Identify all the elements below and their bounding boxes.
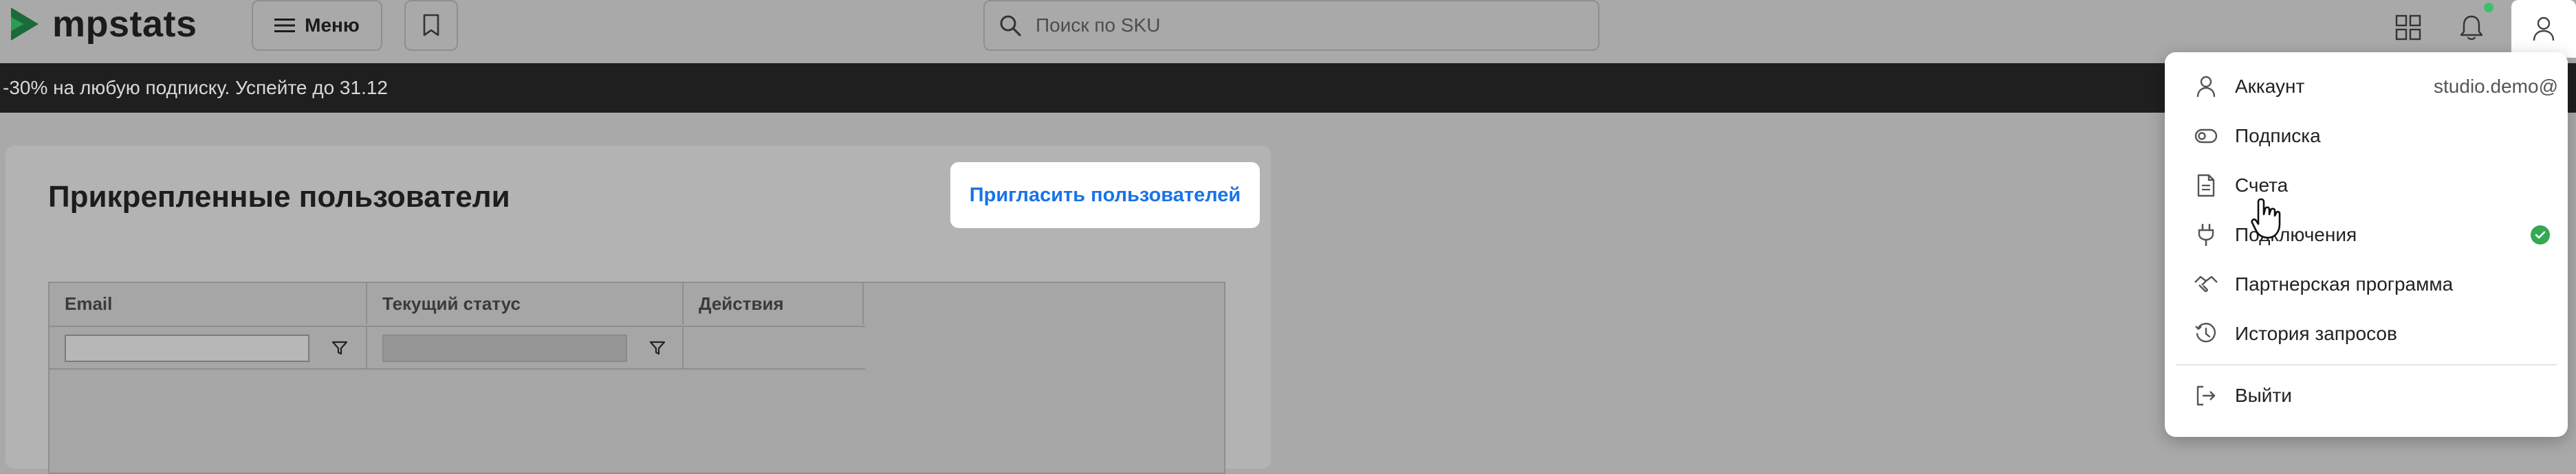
menu-divider (2176, 364, 2557, 365)
search-input[interactable] (1034, 14, 1571, 37)
menu-item-invoices[interactable]: Счета (2165, 161, 2568, 210)
column-header-actions[interactable]: Действия (684, 283, 864, 324)
filter-funnel-icon[interactable] (649, 341, 666, 356)
toggle-icon (2194, 124, 2218, 148)
sku-search[interactable] (983, 0, 1600, 51)
hand-cursor-icon (2251, 198, 2281, 239)
menu-item-request-history[interactable]: История запросов (2165, 309, 2568, 359)
user-icon (2533, 16, 2555, 41)
menu-item-label: Партнерская программа (2235, 273, 2454, 295)
user-icon (2194, 74, 2218, 99)
table-header: Email Текущий статус Действия (50, 283, 864, 324)
user-dropdown-menu: Аккаунт studio.demo@ Подписка Счета Подк… (2165, 52, 2568, 437)
filter-funnel-icon[interactable] (331, 341, 348, 356)
column-header-email[interactable]: Email (50, 283, 367, 324)
status-filter-cell (367, 327, 684, 370)
document-icon (2194, 173, 2218, 198)
menu-item-logout[interactable]: Выйти (2165, 371, 2568, 420)
menu-item-label: Подписка (2235, 125, 2321, 146)
menu-item-connections[interactable]: Подключения (2165, 210, 2568, 260)
menu-item-label: Выйти (2235, 385, 2292, 406)
history-icon (2194, 321, 2218, 346)
menu-button-label: Меню (305, 14, 360, 36)
apps-grid-icon (2395, 14, 2421, 41)
column-header-status[interactable]: Текущий статус (367, 283, 684, 324)
user-menu-button[interactable] (2511, 0, 2576, 58)
filter-row (50, 327, 865, 370)
bookmark-icon (423, 14, 439, 36)
email-filter-cell (50, 327, 367, 370)
menu-item-subscription[interactable]: Подписка (2165, 111, 2568, 161)
notification-dot (2484, 3, 2493, 12)
logo-mark-icon (11, 8, 39, 41)
invite-users-button[interactable]: Пригласить пользователей (950, 162, 1260, 228)
menu-item-label: Счета (2235, 174, 2289, 196)
promo-banner-text: -30% на любую подписку. Успейте до 31.12 (3, 77, 388, 98)
apps-button[interactable] (2389, 8, 2427, 47)
connected-check-icon (2531, 225, 2550, 245)
actions-filter-cell (684, 327, 864, 370)
search-icon (1000, 15, 1021, 36)
menu-item-label: История запросов (2235, 323, 2397, 344)
logo-text: mpstats (52, 3, 197, 45)
menu-icon (274, 19, 296, 32)
users-table: Email Текущий статус Действия (48, 282, 1225, 474)
attached-users-card: Прикрепленные пользователи Пригласить по… (6, 146, 1271, 474)
bookmarks-button[interactable] (404, 0, 458, 51)
logout-icon (2194, 383, 2218, 408)
notifications-button[interactable] (2452, 8, 2491, 47)
menu-item-label: Аккаунт (2235, 76, 2305, 97)
menu-item-account[interactable]: Аккаунт studio.demo@ (2165, 62, 2568, 111)
status-filter-select[interactable] (382, 335, 627, 362)
menu-item-partner-program[interactable]: Партнерская программа (2165, 260, 2568, 309)
page-title: Прикрепленные пользователи (48, 180, 510, 214)
account-email: studio.demo@ (2434, 76, 2558, 97)
handshake-icon (2194, 272, 2218, 297)
plug-icon (2194, 223, 2218, 247)
table-body (50, 371, 1224, 474)
logo[interactable]: mpstats (8, 0, 197, 48)
bell-icon (2460, 15, 2483, 41)
email-filter-input[interactable] (65, 335, 309, 362)
menu-button[interactable]: Меню (252, 0, 382, 51)
